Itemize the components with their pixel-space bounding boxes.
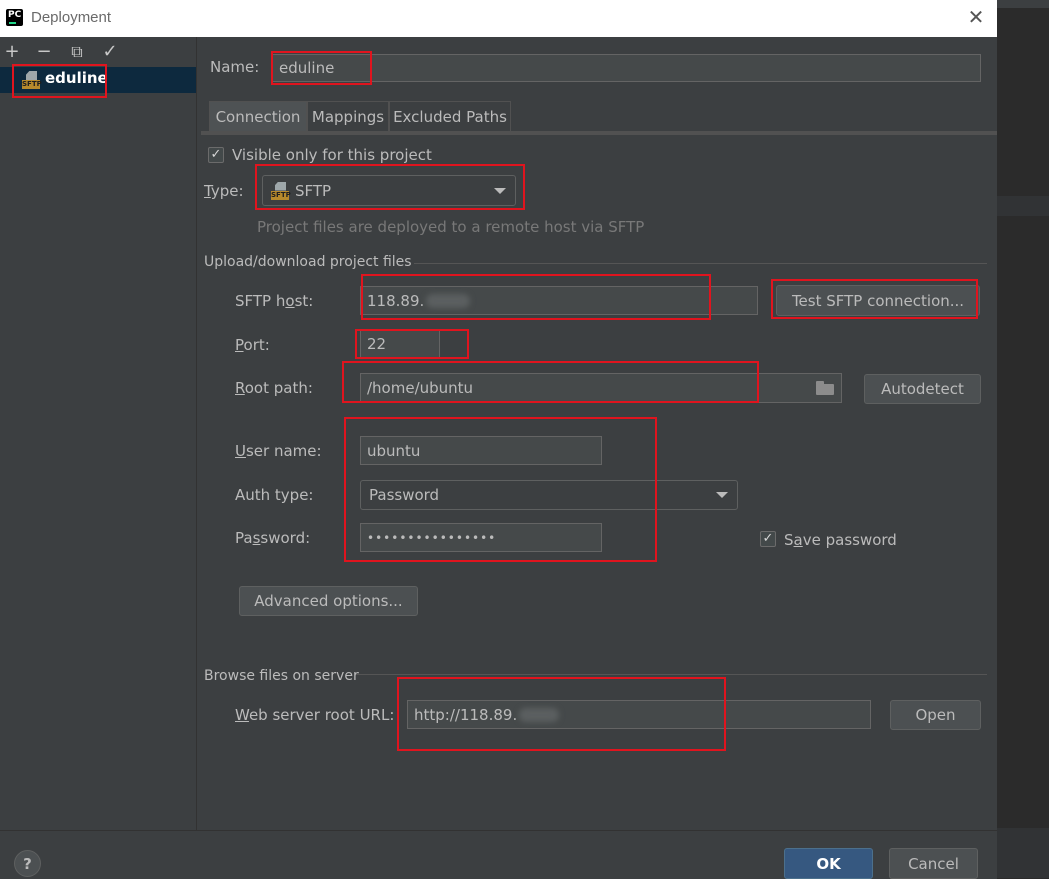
background-editor xyxy=(997,0,1049,878)
check-icon[interactable]: ✓ xyxy=(100,42,120,62)
web-url-input[interactable]: http://118.89. xyxy=(407,700,871,729)
window-title: Deployment xyxy=(31,9,112,26)
user-name-input[interactable]: ubuntu xyxy=(360,436,602,465)
dropdown-arrow-icon xyxy=(716,492,728,498)
folder-icon[interactable] xyxy=(816,381,834,395)
tab-mappings[interactable]: Mappings xyxy=(307,101,389,131)
dropdown-arrow-icon xyxy=(494,187,506,194)
password-label: Password: xyxy=(235,529,311,547)
type-value: SFTP xyxy=(295,181,332,200)
sftp-host-label: SFTP host: xyxy=(235,292,314,310)
redacted-blur xyxy=(426,293,471,308)
title-bar: PC Deployment ✕ xyxy=(0,0,997,37)
advanced-options-button[interactable]: Advanced options... xyxy=(239,586,418,616)
user-name-label: User name: xyxy=(235,442,322,460)
type-label: Type: xyxy=(204,182,244,200)
autodetect-button[interactable]: Autodetect xyxy=(864,374,981,404)
auth-type-value: Password xyxy=(369,486,440,504)
group-divider xyxy=(414,263,987,264)
cancel-button[interactable]: Cancel xyxy=(889,848,978,879)
help-icon[interactable]: ? xyxy=(14,850,41,877)
name-input[interactable]: eduline xyxy=(272,54,981,82)
upload-group-title: Upload/download project files xyxy=(204,254,412,270)
test-connection-button[interactable]: Test SFTP connection... xyxy=(776,285,980,316)
dialog-footer: ? OK Cancel xyxy=(0,830,997,879)
browse-group-title: Browse files on server xyxy=(204,668,359,684)
sftp-type-icon: SFTP xyxy=(271,181,291,200)
tab-divider xyxy=(201,131,997,135)
copy-icon[interactable]: ⧉ xyxy=(67,42,87,62)
server-list-panel: + − ⧉ ✓ SFTP eduline xyxy=(0,37,197,830)
server-item-eduline[interactable]: SFTP eduline xyxy=(0,67,196,93)
password-input[interactable]: •••••••••••••••• xyxy=(360,523,602,552)
auth-type-label: Auth type: xyxy=(235,486,314,504)
save-password-checkbox[interactable]: ✓ xyxy=(760,531,776,547)
sftp-server-icon: SFTP xyxy=(22,71,42,89)
remove-icon[interactable]: − xyxy=(34,42,54,62)
type-hint: Project files are deployed to a remote h… xyxy=(257,218,645,236)
ok-button[interactable]: OK xyxy=(784,848,873,879)
port-label: Port: xyxy=(235,336,270,354)
sftp-host-input[interactable]: 118.89. xyxy=(360,286,758,315)
port-input[interactable]: 22 xyxy=(360,329,440,358)
server-item-label: eduline xyxy=(45,69,108,87)
auth-type-select[interactable]: Password xyxy=(360,480,738,510)
group-divider xyxy=(356,674,987,675)
root-path-input[interactable]: /home/ubuntu xyxy=(360,373,842,403)
type-select[interactable]: SFTP SFTP xyxy=(262,175,516,206)
save-password-label: Save password xyxy=(784,531,897,549)
name-label: Name: xyxy=(210,58,260,76)
root-path-label: Root path: xyxy=(235,379,313,397)
visible-only-label: Visible only for this project xyxy=(232,146,432,164)
tab-connection[interactable]: Connection xyxy=(209,101,307,131)
open-button[interactable]: Open xyxy=(890,700,981,730)
pycharm-logo-icon: PC xyxy=(6,9,23,26)
web-url-label: Web server root URL: xyxy=(235,706,395,724)
redacted-blur xyxy=(519,707,560,722)
visible-only-checkbox[interactable]: ✓ xyxy=(208,147,224,163)
close-icon[interactable]: ✕ xyxy=(966,6,986,28)
tab-excluded-paths[interactable]: Excluded Paths xyxy=(389,101,511,131)
add-icon[interactable]: + xyxy=(2,42,22,62)
